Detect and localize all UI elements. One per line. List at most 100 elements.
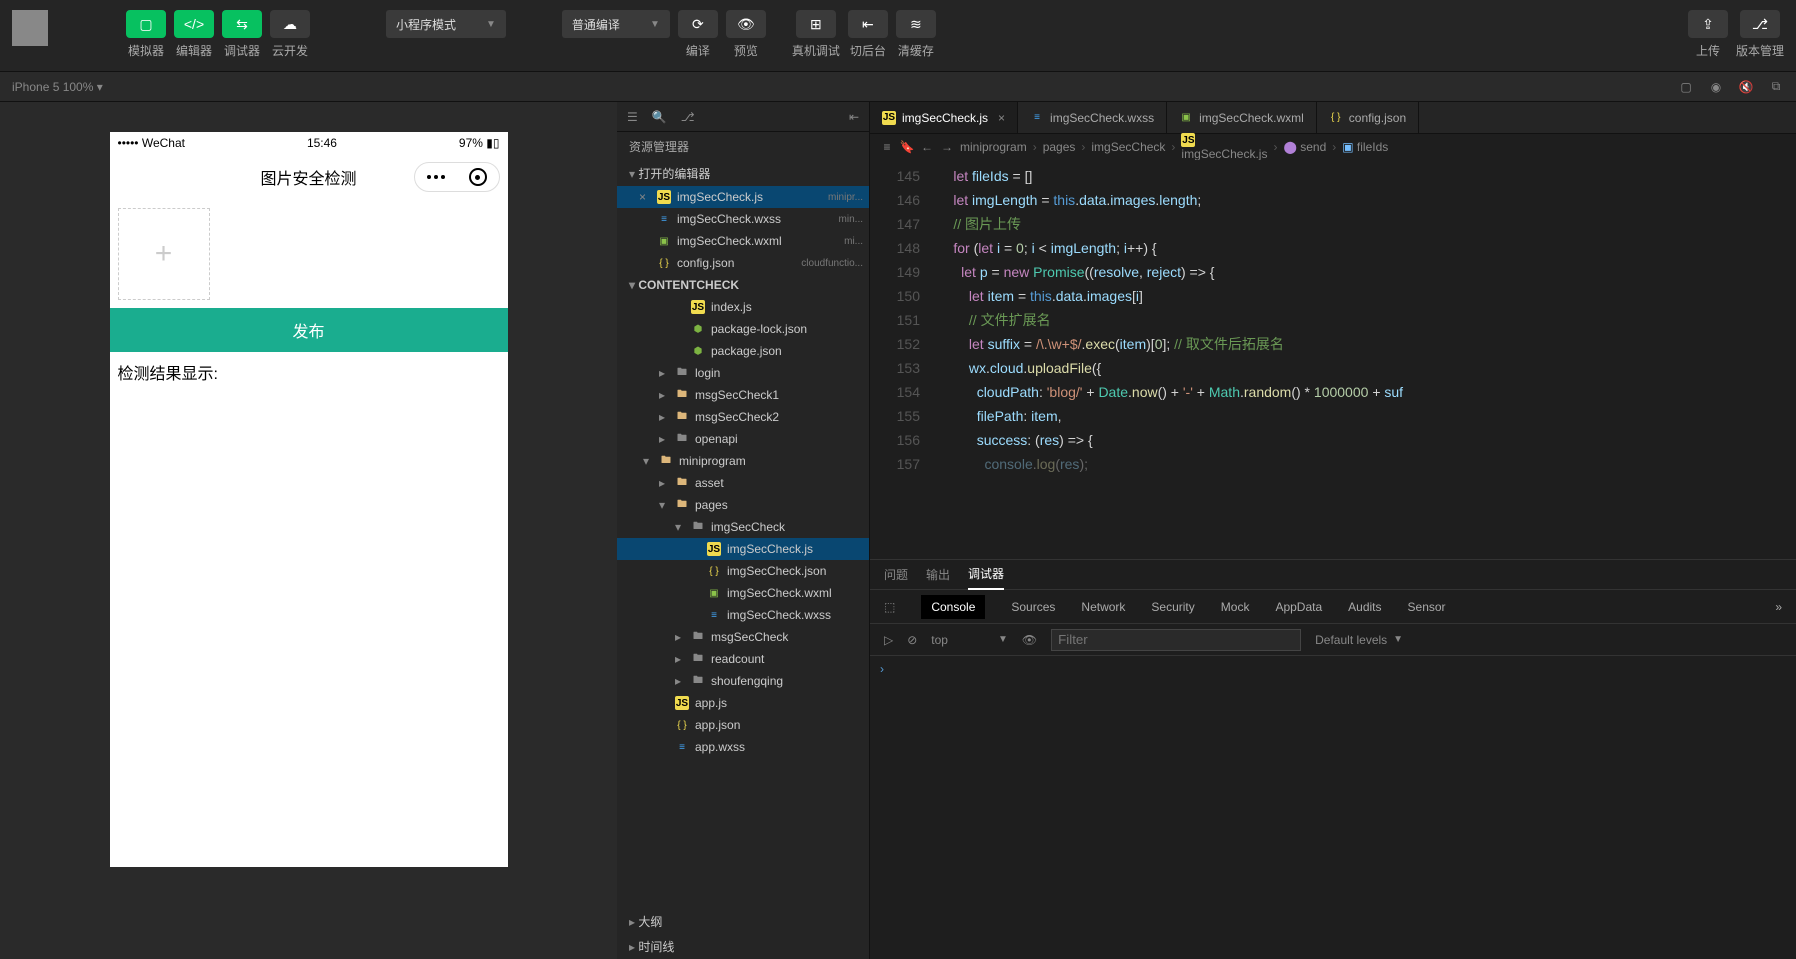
tree-item[interactable]: ▣imgSecCheck.wxml (617, 582, 869, 604)
devtools-tab[interactable]: Mock (1221, 600, 1250, 614)
tree-item-name: package.json (711, 344, 782, 358)
compile-button[interactable]: ⟳ (678, 10, 718, 38)
panel-tab[interactable]: 问题 (884, 560, 908, 589)
tree-item[interactable]: JSimgSecCheck.js (617, 538, 869, 560)
upload-button[interactable]: ⇪ (1688, 10, 1728, 38)
open-editor-item[interactable]: ▣imgSecCheck.wxmlmi... (617, 230, 869, 252)
breadcrumb-item[interactable]: JS imgSecCheck.js (1181, 133, 1267, 161)
open-editor-item[interactable]: ≡imgSecCheck.wxssmin... (617, 208, 869, 230)
clear-cache-button[interactable]: ≋ (896, 10, 936, 38)
background-button[interactable]: ⇤ (848, 10, 888, 38)
forward-icon[interactable]: → (940, 140, 954, 154)
code-editor[interactable]: 145146147148149150151152153154155156157 … (870, 160, 1796, 559)
devtools-tab[interactable]: Sensor (1408, 600, 1446, 614)
panel-tab[interactable]: 调试器 (968, 559, 1004, 590)
upload-image-button[interactable]: + (118, 208, 210, 300)
breadcrumb-item[interactable]: pages (1043, 140, 1076, 154)
tree-item[interactable]: ▾🖿pages (617, 494, 869, 516)
bookmark-icon[interactable]: 🔖 (900, 140, 914, 154)
breadcrumb-item[interactable]: miniprogram (960, 140, 1027, 154)
inspect-icon[interactable]: ⬚ (884, 600, 895, 614)
tree-item[interactable]: JSapp.js (617, 692, 869, 714)
devtools-tab[interactable]: Sources (1011, 600, 1055, 614)
tree-item[interactable]: ▸🖿readcount (617, 648, 869, 670)
close-icon[interactable]: × (998, 111, 1005, 125)
eye-icon[interactable]: 👁 (1022, 633, 1037, 647)
tree-item[interactable]: ⬢package-lock.json (617, 318, 869, 340)
clear-icon[interactable]: ⊘ (907, 633, 917, 647)
preview-button[interactable]: 👁 (726, 10, 766, 38)
file-name: config.json (677, 256, 734, 270)
tree-item[interactable]: ≡app.wxss (617, 736, 869, 758)
tree-item[interactable]: ▸🖿shoufengqing (617, 670, 869, 692)
tree-item[interactable]: ▸🖿login (617, 362, 869, 384)
tree-item[interactable]: { }app.json (617, 714, 869, 736)
branch-icon[interactable]: ⎇ (681, 110, 695, 124)
editor-tab[interactable]: ≡imgSecCheck.wxss (1018, 102, 1167, 133)
breadcrumb-item[interactable]: ▣ fileIds (1342, 140, 1388, 154)
breadcrumb-item[interactable]: imgSecCheck (1091, 140, 1165, 154)
arrow-icon: ▸ (675, 674, 685, 688)
device-icon[interactable]: ▢ (1678, 79, 1694, 95)
console-body[interactable]: › (870, 656, 1796, 959)
tree-item[interactable]: ≡imgSecCheck.wxss (617, 604, 869, 626)
back-icon[interactable]: ← (920, 140, 934, 154)
mute-icon[interactable]: 🔇 (1738, 79, 1754, 95)
close-icon[interactable]: × (639, 190, 651, 204)
mode-dropdown[interactable]: 小程序模式▼ (386, 10, 506, 38)
open-editor-item[interactable]: ×JSimgSecCheck.jsminipr... (617, 186, 869, 208)
tree-item[interactable]: ▸🖿msgSecCheck2 (617, 406, 869, 428)
timeline-section[interactable]: 时间线 (617, 934, 869, 959)
version-button[interactable]: ⎇ (1740, 10, 1780, 38)
publish-button[interactable]: 发布 (110, 308, 508, 352)
tree-item[interactable]: ▸🖿msgSecCheck (617, 626, 869, 648)
search-icon[interactable]: 🔍 (652, 110, 667, 124)
editor-tab[interactable]: JSimgSecCheck.js× (870, 102, 1018, 133)
devtools-tab[interactable]: Security (1151, 600, 1194, 614)
editor-tab[interactable]: { }config.json (1317, 102, 1419, 133)
more-icon[interactable]: » (1775, 600, 1782, 614)
levels-select[interactable]: Default levels▼ (1315, 633, 1403, 647)
list-icon[interactable]: ☰ (627, 110, 638, 124)
cloud-button[interactable]: ☁ (270, 10, 310, 38)
devtools-tab[interactable]: Console (921, 595, 985, 619)
simulator-button[interactable]: ▢ (126, 10, 166, 38)
panel-tab[interactable]: 输出 (926, 560, 950, 589)
project-section[interactable]: CONTENTCHECK (617, 274, 869, 296)
console-filter-input[interactable] (1051, 629, 1301, 651)
devtools-tab[interactable]: Audits (1348, 600, 1381, 614)
compile-mode-dropdown[interactable]: 普通编译▼ (562, 10, 670, 38)
context-select[interactable]: top▼ (931, 633, 1008, 647)
remote-debug-button[interactable]: ⊞ (796, 10, 836, 38)
editor-tabs: JSimgSecCheck.js×≡imgSecCheck.wxss▣imgSe… (870, 102, 1796, 134)
editor-button[interactable]: </> (174, 10, 214, 38)
tree-item[interactable]: ▸🖿openapi (617, 428, 869, 450)
play-icon[interactable]: ▷ (884, 633, 893, 647)
open-editors-section[interactable]: 打开的编辑器 (617, 161, 869, 186)
copy-icon[interactable]: ⧉ (1768, 79, 1784, 95)
record-icon[interactable]: ◉ (1708, 79, 1724, 95)
debugger-label: 调试器 (224, 42, 260, 59)
devtools-tab[interactable]: Network (1081, 600, 1125, 614)
breadcrumb-icon[interactable]: ≡ (880, 140, 894, 154)
tree-item[interactable]: { }imgSecCheck.json (617, 560, 869, 582)
open-editor-item[interactable]: { }config.jsoncloudfunctio... (617, 252, 869, 274)
tree-item[interactable]: ▸🖿asset (617, 472, 869, 494)
tree-item-name: imgSecCheck.wxml (727, 586, 832, 600)
editor-tab[interactable]: ▣imgSecCheck.wxml (1167, 102, 1317, 133)
tree-item[interactable]: ▾🖿miniprogram (617, 450, 869, 472)
arrow-icon: ▸ (659, 476, 669, 490)
device-select[interactable]: iPhone 5 100% ▾ (12, 80, 103, 94)
tree-item[interactable]: ⬢package.json (617, 340, 869, 362)
code-area[interactable]: let fileIds = [] let imgLength = this.da… (930, 160, 1796, 559)
outline-section[interactable]: 大纲 (617, 909, 869, 934)
tree-item[interactable]: ▾🖿imgSecCheck (617, 516, 869, 538)
tree-item[interactable]: ▸🖿msgSecCheck1 (617, 384, 869, 406)
debugger-button[interactable]: ⇆ (222, 10, 262, 38)
tree-item[interactable]: JSindex.js (617, 296, 869, 318)
breadcrumb-item[interactable]: ⬤ send (1283, 140, 1326, 154)
devtools-tab[interactable]: AppData (1275, 600, 1322, 614)
collapse-icon[interactable]: ⇤ (849, 110, 859, 124)
avatar[interactable] (12, 10, 48, 46)
phone-capsule[interactable] (414, 162, 500, 192)
